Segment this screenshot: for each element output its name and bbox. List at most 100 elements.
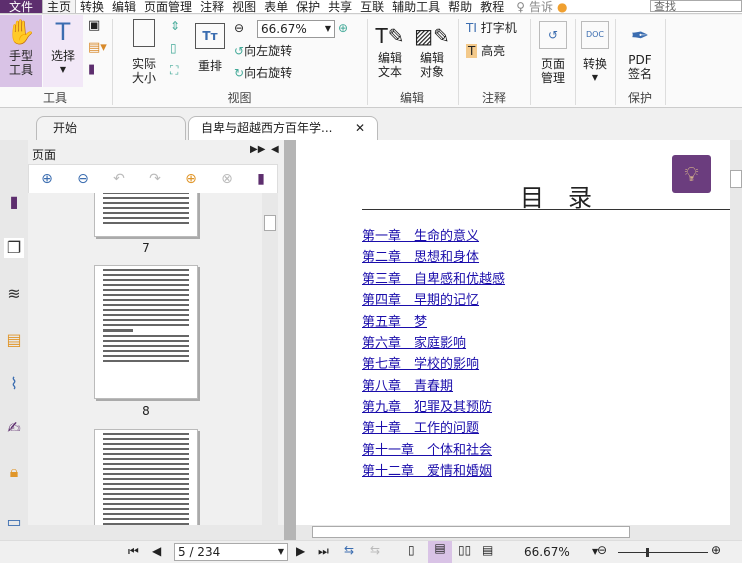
single-page-icon[interactable]: ▯ — [408, 543, 415, 557]
tips-button[interactable]: 💡︎ — [672, 155, 711, 193]
toc-link[interactable]: 第十二章 爱情和婚姻 — [362, 460, 492, 479]
snapshot-icon[interactable]: ▣ — [88, 19, 100, 33]
collapse-panel-icon[interactable]: ◀ — [271, 144, 279, 155]
edit-object-button[interactable]: ▨✎ 编辑 对象 — [412, 21, 452, 79]
toc-link[interactable]: 第九章 犯罪及其预防 — [362, 396, 492, 415]
attachments-icon[interactable]: ⌇ — [4, 374, 24, 394]
page-number-input[interactable]: 5 / 234 ▼ — [174, 543, 288, 561]
document-vscrollbar[interactable] — [730, 140, 742, 525]
menu-home[interactable]: 主页 — [42, 0, 77, 13]
previous-page-button[interactable]: ◀ — [152, 544, 161, 558]
search-input[interactable]: 查找 — [650, 0, 742, 12]
rotate-left-icon: ↺ — [234, 44, 245, 58]
toc-link[interactable]: 第八章 青春期 — [362, 375, 453, 394]
zoom-in-icon[interactable]: ⊕ — [338, 21, 348, 35]
lightbulb-icon[interactable]: ♀ — [516, 0, 525, 13]
add-page-icon[interactable]: ⊕ — [185, 171, 197, 187]
replace-page-icon[interactable]: ↷ — [149, 171, 161, 187]
menu-connect[interactable]: 互联 — [356, 0, 388, 13]
zoom-slider-thumb[interactable] — [646, 548, 649, 557]
zoom-out-thumbnail-icon[interactable]: ⊖ — [77, 171, 89, 187]
facing-page-icon[interactable]: ▯▯ — [458, 543, 471, 557]
pages-icon[interactable]: ❐ — [4, 238, 24, 258]
menu-comment[interactable]: 注释 — [196, 0, 228, 13]
hand-tool-button[interactable]: ✋ 手型 工具 — [0, 15, 42, 87]
expand-panel-icon[interactable]: ▶▶ — [250, 144, 265, 155]
panel-hscrollbar[interactable] — [28, 525, 284, 540]
menu-edit[interactable]: 编辑 — [108, 0, 140, 13]
clipboard-icon[interactable]: ▤▾ — [88, 41, 107, 55]
menu-convert[interactable]: 转换 — [76, 0, 108, 13]
toc-link[interactable]: 第四章 早期的记忆 — [362, 289, 479, 308]
select-cursor-icon: T — [55, 18, 71, 46]
toc-link[interactable]: 第三章 自卑感和优越感 — [362, 268, 505, 287]
edit-text-button[interactable]: T✎ 编辑 文本 — [372, 21, 408, 79]
menu-view[interactable]: 视图 — [228, 0, 260, 13]
reflow-button[interactable]: Tт 重排 — [195, 23, 225, 73]
bookmarks-icon[interactable]: ▮ — [4, 192, 24, 212]
insert-page-icon[interactable]: ↶ — [113, 171, 125, 187]
content-icon[interactable]: ▭ — [4, 512, 24, 532]
pdf-sign-button[interactable]: ✒ PDF 签名 — [622, 21, 658, 81]
tell-me[interactable]: 告诉 — [525, 0, 557, 13]
close-icon[interactable]: ✕ — [355, 117, 365, 139]
convert-button[interactable]: DOC 转换 ▼ — [579, 21, 611, 85]
thumbnail-scrollbar[interactable] — [262, 193, 278, 525]
tab-start[interactable]: 开始 — [36, 116, 186, 140]
toc-link[interactable]: 第二章 思想和身体 — [362, 246, 479, 265]
comments-icon[interactable]: ▤ — [4, 330, 24, 350]
menu-help[interactable]: 帮助 — [444, 0, 476, 13]
page-manage-button[interactable]: ↺ 页面 管理 — [534, 21, 572, 85]
menu-form[interactable]: 表单 — [260, 0, 292, 13]
zoom-out-icon[interactable]: ⊖ — [597, 543, 607, 557]
bookmark-icon[interactable]: ▮ — [88, 63, 95, 77]
last-page-button[interactable]: ⏭ — [318, 544, 329, 559]
page-thumbnail-9[interactable] — [94, 429, 198, 525]
previous-view-icon[interactable]: ⇆ — [344, 543, 354, 557]
zoom-out-icon[interactable]: ⊖ — [234, 21, 244, 35]
fit-width-icon[interactable]: ▯ — [170, 41, 177, 55]
next-view-icon[interactable]: ⇆ — [370, 543, 380, 557]
first-page-button[interactable]: ⏮ — [128, 544, 139, 559]
rotate-right-button[interactable]: ↻向右旋转 — [234, 66, 292, 80]
location-icon[interactable]: ● — [557, 0, 567, 13]
typewriter-button[interactable]: TI 打字机 — [466, 21, 517, 35]
delete-page-icon[interactable]: ⊗ — [221, 171, 233, 187]
toc-link[interactable]: 第七章 学校的影响 — [362, 353, 479, 372]
menu-file[interactable]: 文件 — [0, 0, 42, 13]
menu-page-manage[interactable]: 页面管理 — [140, 0, 196, 13]
select-button[interactable]: T 选择 ▼ — [43, 15, 83, 87]
zoom-in-icon[interactable]: ⊕ — [711, 543, 721, 557]
menu-accessibility[interactable]: 辅助工具 — [388, 0, 444, 13]
zoom-in-thumbnail-icon[interactable]: ⊕ — [41, 171, 53, 187]
zoom-select[interactable]: 66.67% ▼ — [257, 20, 335, 38]
fit-page-icon[interactable]: ⇕ — [170, 19, 180, 33]
zoom-level[interactable]: 66.67% — [524, 545, 570, 559]
continuous-facing-icon[interactable]: ▤ — [482, 543, 493, 557]
toc-link[interactable]: 第六章 家庭影响 — [362, 332, 466, 351]
toc-link[interactable]: 第十章 工作的问题 — [362, 417, 479, 436]
actual-size-button[interactable]: 实际 大小 — [122, 19, 166, 85]
zoom-slider[interactable] — [618, 548, 708, 557]
highlight-button[interactable]: T 高亮 — [466, 44, 505, 58]
splitter[interactable] — [284, 140, 296, 540]
menu-protect[interactable]: 保护 — [292, 0, 324, 13]
continuous-page-icon[interactable]: ▤ — [428, 541, 452, 563]
page-manage-icon: ↺ — [539, 21, 567, 49]
menu-tutorial[interactable]: 教程 — [476, 0, 508, 13]
menu-share[interactable]: 共享 — [324, 0, 356, 13]
page-bookmark-icon[interactable]: ▮ — [257, 171, 265, 187]
toc-link[interactable]: 第十一章 个体和社会 — [362, 439, 492, 458]
rotate-left-button[interactable]: ↺向左旋转 — [234, 44, 292, 58]
next-page-button[interactable]: ▶ — [296, 544, 305, 558]
lock-icon[interactable]: 🔒︎ — [4, 462, 24, 482]
tab-document[interactable]: 自卑与超越西方百年学... ✕ — [188, 116, 378, 140]
toc-link[interactable]: 第一章 生命的意义 — [362, 225, 479, 244]
layers-icon[interactable]: ≋ — [4, 284, 24, 304]
signatures-icon[interactable]: ✍ — [4, 418, 24, 438]
document-hscrollbar[interactable] — [296, 525, 742, 540]
page-thumbnail-7[interactable] — [94, 193, 198, 237]
page-thumbnail-8[interactable] — [94, 265, 198, 399]
fit-visible-icon[interactable]: ⛶ — [170, 63, 178, 77]
toc-link[interactable]: 第五章 梦 — [362, 311, 427, 330]
